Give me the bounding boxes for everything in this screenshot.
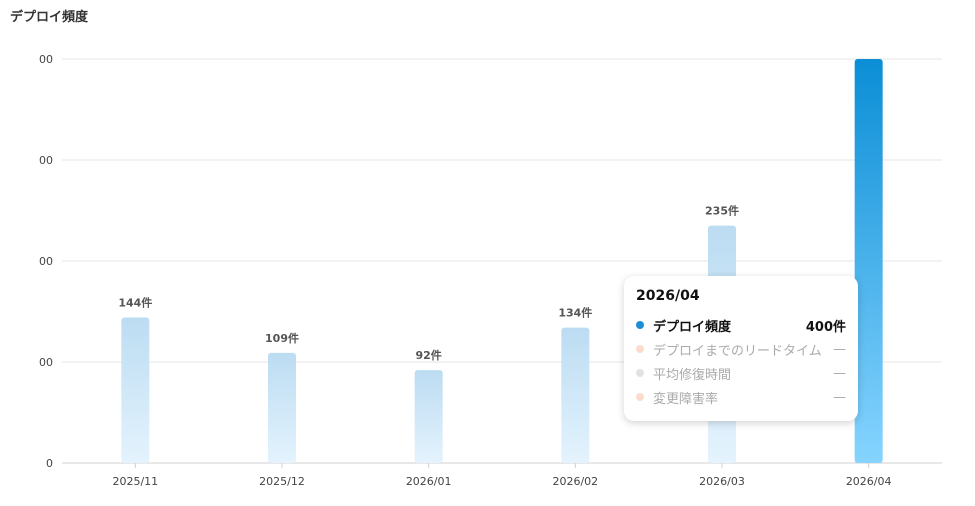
y-tick-label: 100 — [32, 356, 53, 369]
series-dot-icon — [636, 369, 644, 377]
tooltip-row-label: 平均修復時間 — [653, 367, 732, 383]
y-tick-label: 400 — [32, 53, 53, 66]
x-tick-label: 2025/12 — [259, 475, 305, 488]
tooltip-row-value: — — [833, 365, 846, 381]
tooltip-row-label: 変更障害率 — [653, 391, 719, 407]
bar-2026/01 — [414, 370, 443, 463]
bar-2026/04 — [854, 59, 883, 463]
y-tick-label: 200 — [32, 255, 53, 268]
tooltip-row-lead-time: デプロイまでのリードタイム — — [636, 337, 846, 361]
chart-tooltip: 2026/04 デプロイ頻度 400件 デプロイまでのリードタイム — 平均修復… — [624, 276, 858, 421]
y-tick-label: 300 — [32, 154, 53, 167]
tooltip-row-value: 400件 — [805, 319, 846, 335]
bar-chart: 0 100 200 300 400 144件 109件 92件 134件 235件 2025/1… — [32, 53, 942, 488]
tooltip-row-change-failure-rate: 変更障害率 — — [636, 385, 846, 409]
data-label: 109件 — [265, 331, 299, 345]
x-tick-label: 2026/04 — [846, 475, 892, 488]
bar-2026/02 — [561, 327, 590, 463]
x-tick-label: 2025/11 — [112, 475, 158, 488]
x-tick-label: 2026/01 — [406, 475, 452, 488]
bar-2025/11 — [121, 317, 150, 463]
series-dot-icon — [636, 321, 644, 329]
y-axis-ticks: 0 100 200 300 400 — [32, 53, 53, 470]
bar-2025/12 — [268, 352, 296, 463]
tooltip-title: 2026/04 — [636, 288, 700, 304]
x-tick-label: 2026/02 — [552, 475, 598, 488]
series-dot-icon — [636, 345, 644, 353]
tooltip-row-value: — — [833, 341, 846, 357]
tooltip-row-label: デプロイ頻度 — [653, 319, 732, 335]
series-dot-icon — [636, 393, 644, 401]
x-tick-label: 2026/03 — [699, 475, 745, 488]
data-label: 134件 — [558, 306, 592, 320]
tooltip-row-label: デプロイまでのリードタイム — [653, 343, 822, 359]
tooltip-row-value: — — [833, 389, 846, 405]
x-axis-ticks: 2025/11 2025/12 2026/01 2026/02 2026/03 2026/… — [112, 463, 892, 488]
y-tick-label: 0 — [46, 457, 53, 470]
tooltip-row-deploy-frequency: デプロイ頻度 400件 — [636, 313, 846, 337]
tooltip-row-mttr: 平均修復時間 — — [636, 361, 846, 385]
data-label: 144件 — [118, 296, 152, 310]
data-label: 235件 — [705, 204, 739, 218]
data-label: 92件 — [416, 348, 442, 362]
